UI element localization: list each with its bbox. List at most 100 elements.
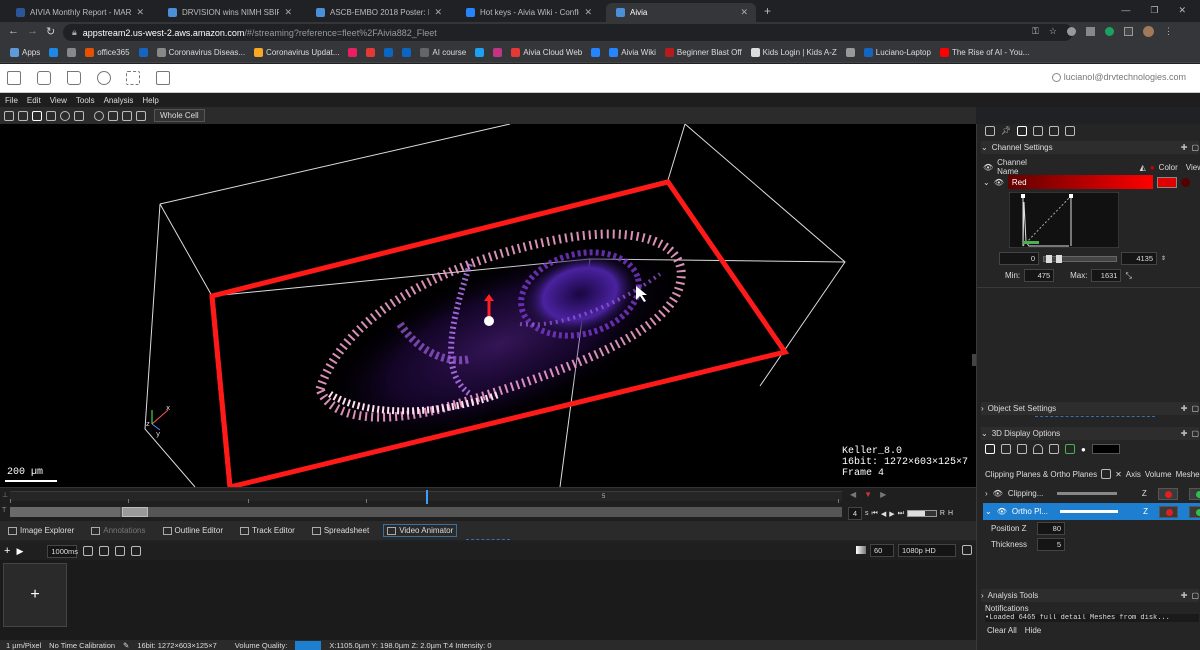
channel-name[interactable]: Red [1007, 175, 1153, 189]
position-field[interactable]: 80 [1037, 522, 1065, 535]
folder-icon[interactable] [67, 71, 81, 85]
menu-analysis[interactable]: Analysis [104, 96, 134, 105]
channel-settings-header[interactable]: ⌄ Channel Settings ✚ ▢ [981, 141, 1199, 154]
analysis-tools-header[interactable]: › Analysis Tools ✚ ▢ [981, 589, 1199, 602]
auto-contrast-icon[interactable]: ⤡ [1125, 271, 1131, 281]
grid-mode-icon[interactable] [1049, 444, 1059, 454]
visibility-icon[interactable]: 👁︎ [993, 489, 1003, 498]
axis-dropdown[interactable]: Z [1142, 489, 1147, 498]
pin-icon[interactable]: ✚ [1181, 591, 1188, 600]
pin-tab-icon[interactable]: 📌︎ [1001, 126, 1011, 136]
close-tab-icon[interactable]: ✕ [284, 7, 292, 18]
rotate-tool-icon[interactable] [108, 110, 118, 121]
section-splitter[interactable] [1035, 416, 1155, 418]
timeline-scrollbar[interactable] [10, 507, 842, 517]
mode-dropdown[interactable]: Whole Cell [154, 109, 205, 122]
histogram[interactable] [1009, 192, 1119, 248]
background-color-swatch[interactable] [1091, 444, 1120, 454]
browser-tab[interactable]: ASCB-EMBO 2018 Poster: Deep L ✕ [306, 3, 450, 22]
export-icon[interactable] [962, 545, 972, 555]
prev-keyframe-icon[interactable]: ◀ [850, 490, 856, 499]
plane-row[interactable]: › 👁︎ Clipping... Z [983, 485, 1200, 502]
bookmark[interactable]: Luciano-Laptop [863, 48, 931, 57]
range-low-field[interactable]: 0 [999, 252, 1039, 265]
bookmark[interactable]: Apps [10, 48, 40, 57]
close-tab-icon[interactable]: ✕ [740, 7, 748, 18]
camera-tab-icon[interactable] [1065, 126, 1075, 136]
objects-tab-icon[interactable] [1049, 126, 1059, 136]
step-icon[interactable]: s [865, 510, 869, 517]
frame-field[interactable]: 4 [848, 507, 862, 520]
menu-edit[interactable]: Edit [27, 96, 41, 105]
switch-icon[interactable] [156, 71, 170, 85]
pin-icon[interactable]: ✚ [1181, 143, 1188, 152]
box-mode-icon[interactable] [1017, 444, 1027, 454]
menu-icon[interactable]: ⋮ [1164, 26, 1173, 37]
menu-tools[interactable]: Tools [76, 96, 95, 105]
display-options-header[interactable]: ⌄ 3D Display Options ✚ ▢ [981, 427, 1199, 440]
minimize-icon[interactable]: — [1121, 5, 1130, 15]
resolution-dropdown[interactable]: 1080p HD [898, 544, 956, 557]
bookmark[interactable]: Aivia Wiki [609, 48, 656, 57]
star-icon[interactable]: ☆ [1049, 26, 1057, 37]
user-account[interactable]: lucianol@drvtechnologies.com [1051, 72, 1186, 82]
settings-icon[interactable] [131, 546, 142, 556]
expand-icon[interactable]: ⌄ [985, 507, 992, 516]
address-bar[interactable]: 🔒︎ appstream2.us-west-2.aws.amazon.com /… [63, 24, 1073, 41]
pen-tool-icon[interactable] [74, 110, 84, 121]
close-window-icon[interactable]: ✕ [1178, 5, 1186, 16]
expand-icon[interactable]: › [985, 489, 988, 498]
extension-icon[interactable] [1066, 27, 1076, 36]
tab-annotations[interactable]: Annotations [88, 525, 148, 536]
plane-slider[interactable] [1056, 492, 1117, 495]
fps-dropdown[interactable]: 60 [870, 544, 894, 557]
crop-tool-icon[interactable] [18, 110, 28, 121]
extension-icon[interactable] [1123, 27, 1133, 36]
close-icon[interactable]: ▢ [1191, 591, 1199, 600]
pin-icon[interactable]: ✚ [1181, 404, 1188, 413]
playhead[interactable] [426, 490, 428, 504]
play-icon[interactable]: ▶ [889, 510, 894, 518]
plane-slider[interactable] [1059, 510, 1119, 513]
bookmark[interactable]: AI course [420, 48, 466, 57]
extension-icon[interactable] [1104, 27, 1114, 36]
delete-plane-icon[interactable]: ✕ [1115, 470, 1122, 479]
bookmark[interactable] [591, 48, 601, 57]
bookmark[interactable] [402, 48, 412, 57]
target-tool-icon[interactable] [94, 110, 104, 121]
preview-icon[interactable] [856, 546, 866, 554]
clear-all-button[interactable]: Clear All [987, 626, 1017, 635]
display-tab-icon[interactable] [985, 126, 995, 136]
menu-help[interactable]: Help [142, 96, 158, 105]
axis-mode-icon[interactable] [1001, 444, 1011, 454]
close-icon[interactable]: ▢ [1191, 143, 1199, 152]
min-field[interactable]: 475 [1024, 269, 1055, 282]
range-slider[interactable] [1043, 254, 1117, 263]
add-keyframe-icon[interactable]: + [4, 545, 10, 557]
tab-video-animator[interactable]: Video Animator [383, 524, 458, 537]
window-icon[interactable] [37, 71, 51, 85]
layers-tab-icon[interactable] [1033, 126, 1043, 136]
bookmark[interactable]: The Rise of AI - You... [939, 48, 1029, 57]
meshes-toggle[interactable] [1188, 487, 1200, 500]
fullscreen-icon[interactable] [126, 71, 140, 85]
browser-tab[interactable]: AIVIA Monthly Report - MARCH ✕ [6, 3, 152, 22]
render-mode-icon[interactable] [985, 444, 995, 454]
close-icon[interactable]: ▢ [1191, 404, 1199, 413]
marker-icon[interactable] [1065, 444, 1075, 454]
cloud-tool-icon[interactable] [60, 110, 70, 121]
dot-icon[interactable]: ● [1081, 445, 1086, 454]
axis-dropdown[interactable]: Z [1143, 507, 1148, 516]
plane-row[interactable]: ⌄ 👁︎ Ortho Pl... Z [983, 503, 1200, 520]
delete-icon[interactable] [99, 546, 110, 556]
gear-icon[interactable] [97, 71, 111, 85]
copy-icon[interactable] [115, 546, 126, 556]
tab-track-editor[interactable]: Track Editor [237, 525, 298, 536]
speed-slider[interactable] [906, 510, 937, 517]
browser-tab[interactable]: DRVISION wins NIMH SBIR grant ✕ [158, 3, 300, 22]
tab-spreadsheet[interactable]: Spreadsheet [309, 525, 372, 536]
bookmark[interactable] [845, 48, 855, 57]
volume-toggle[interactable] [1158, 505, 1179, 518]
stepper-icon[interactable]: ⇕ [1161, 255, 1166, 262]
add-keyframe-tile[interactable]: + [3, 563, 67, 627]
